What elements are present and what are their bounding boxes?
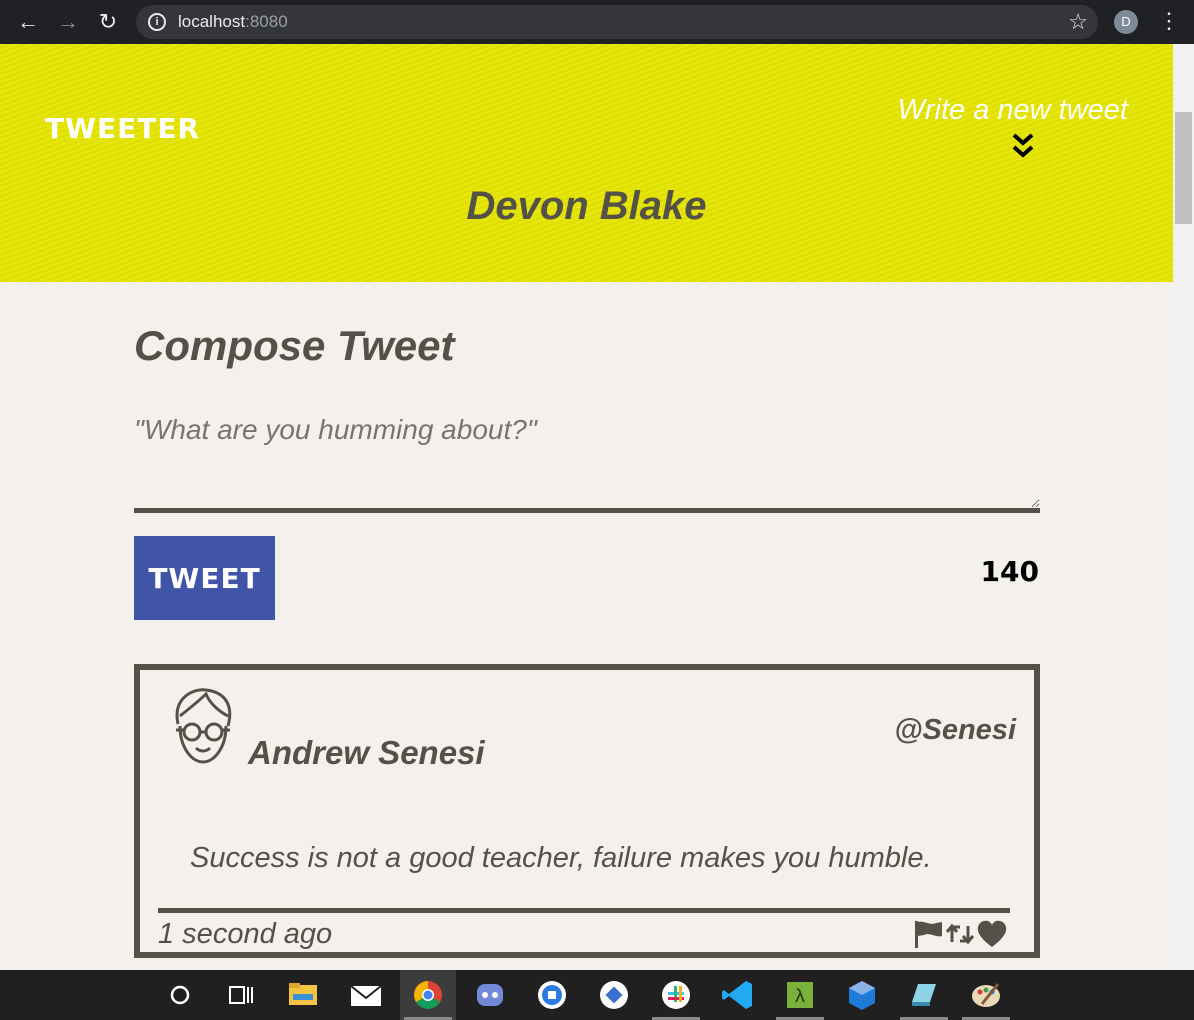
bookmark-star-icon[interactable]: ☆ — [1068, 9, 1088, 35]
profile-username: Devon Blake — [466, 184, 707, 228]
url-host: localhost — [178, 12, 246, 31]
character-counter: 140 — [980, 555, 1039, 588]
tweet-textarea[interactable] — [134, 404, 1040, 508]
vscode-icon[interactable] — [710, 970, 766, 1020]
tweet-content: Success is not a good teacher, failure m… — [190, 842, 932, 874]
tweet-author-name: Andrew Senesi — [248, 734, 485, 771]
compose-title: Compose Tweet — [134, 322, 455, 369]
tweet-button[interactable]: TWEET — [134, 536, 275, 620]
lambda-app-icon[interactable]: λ — [772, 970, 828, 1020]
tweet-divider — [158, 908, 1010, 913]
chrome-icon[interactable] — [400, 970, 456, 1020]
notepad-icon[interactable] — [896, 970, 952, 1020]
tweet-author-handle: @Senesi — [894, 714, 1016, 746]
paint-icon[interactable] — [958, 970, 1014, 1020]
tweet-actions — [912, 918, 1008, 950]
tweet-card: Andrew Senesi @Senesi Success is not a g… — [134, 664, 1040, 958]
page-header: TWEETER Write a new tweet Devon Blake — [0, 44, 1173, 282]
retweet-icon[interactable] — [944, 918, 976, 950]
back-icon[interactable]: ← — [14, 8, 42, 36]
forward-icon[interactable]: → — [54, 8, 82, 36]
file-explorer-icon[interactable] — [275, 970, 331, 1020]
write-new-tweet-link[interactable]: Write a new tweet — [898, 94, 1128, 127]
virtualbox-icon[interactable] — [834, 970, 890, 1020]
url-text[interactable]: localhost:8080 — [178, 12, 288, 32]
page-scrollbar[interactable] — [1173, 44, 1194, 970]
blue-app-icon[interactable] — [524, 970, 580, 1020]
task-view-icon[interactable] — [212, 970, 268, 1020]
blue-app-2-icon[interactable] — [586, 970, 642, 1020]
double-chevron-down-icon[interactable] — [1010, 132, 1036, 160]
user-avatar-icon — [175, 688, 232, 764]
reload-icon[interactable]: ↻ — [94, 8, 122, 36]
address-bar[interactable]: i localhost:8080 ☆ — [136, 5, 1098, 39]
url-port: :8080 — [245, 12, 288, 31]
compose-divider — [134, 508, 1040, 513]
scrollbar-thumb[interactable] — [1175, 112, 1192, 224]
slack-icon[interactable] — [648, 970, 704, 1020]
svg-text:λ: λ — [795, 986, 806, 1007]
flag-icon[interactable] — [912, 918, 944, 950]
windows-taskbar: λ — [0, 970, 1194, 1020]
brand-logo[interactable]: TWEETER — [45, 112, 200, 145]
tweet-timestamp: 1 second ago — [158, 918, 333, 950]
browser-toolbar: ← → ↻ i localhost:8080 ☆ D ⋮ — [0, 0, 1194, 44]
mail-icon[interactable] — [338, 970, 394, 1020]
profile-avatar[interactable]: D — [1114, 10, 1138, 34]
heart-icon[interactable] — [976, 918, 1008, 950]
cortana-icon[interactable] — [152, 970, 208, 1020]
site-info-icon[interactable]: i — [148, 13, 166, 31]
browser-menu-icon[interactable]: ⋮ — [1158, 8, 1180, 34]
discord-icon[interactable] — [462, 970, 518, 1020]
